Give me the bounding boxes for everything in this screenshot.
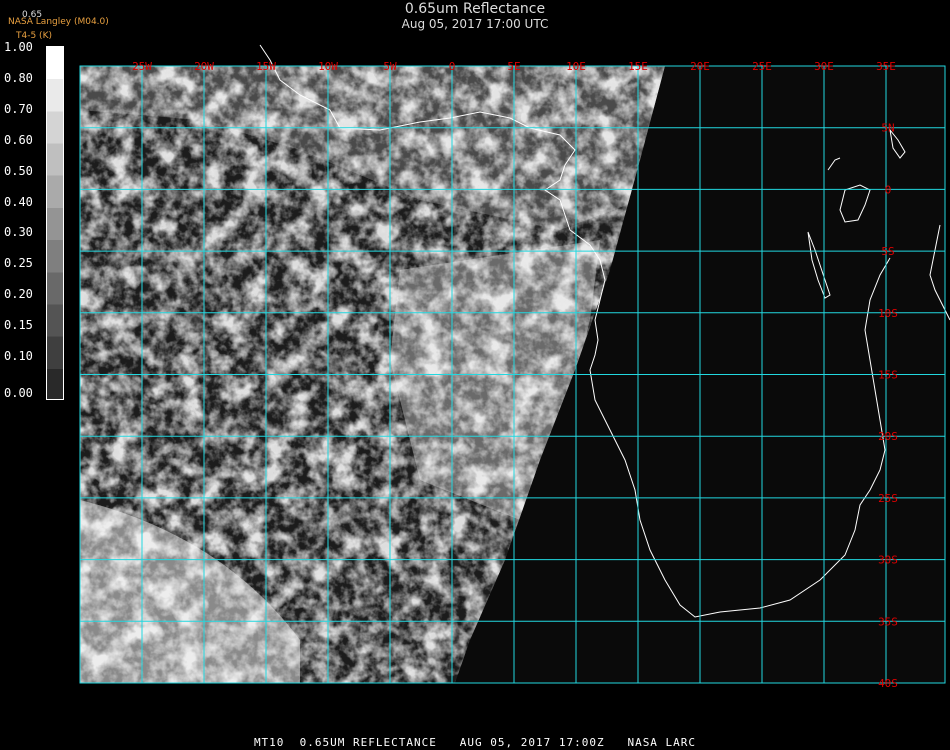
satellite-map: 25W 20W 15W 10W 5W 0 5E 10E 15E 20E 25E 30E 35E 5N 0 5…: [79, 44, 950, 690]
map-subtitle: Aug 05, 2017 17:00 UTC: [401, 17, 549, 31]
latitude-label: 5S: [881, 245, 894, 258]
longitude-label: 20E: [690, 60, 710, 73]
latitude-label: 30S: [878, 554, 898, 567]
colorbar-label: 0.00: [4, 386, 33, 400]
colorbar-label: 0.60: [4, 132, 33, 147]
latitude-label: 10S: [878, 307, 898, 320]
colorbar-label: 0.50: [4, 163, 33, 178]
latitude-label: 35S: [878, 615, 898, 628]
longitude-label: 25W: [132, 60, 152, 73]
latitude-label: 20S: [878, 430, 898, 443]
latitude-label: 25S: [878, 492, 898, 505]
longitude-label: 30E: [814, 60, 834, 73]
longitude-label: 5E: [507, 60, 520, 73]
map-title: 0.65um Reflectance: [404, 1, 546, 17]
latitude-label: 5N: [881, 122, 894, 135]
longitude-label: 25E: [752, 60, 772, 73]
longitude-label: 15W: [256, 60, 276, 73]
longitude-label: 35E: [876, 60, 896, 73]
longitude-label: 0: [449, 60, 456, 73]
colorbar-label: 0.20: [4, 287, 33, 302]
colorbar-label: 0.70: [4, 101, 33, 116]
footer-caption: MT10 0.65UM REFLECTANCE AUG 05, 2017 17:…: [253, 736, 697, 749]
latitude-label: 15S: [878, 369, 898, 382]
colorbar-label: 0.25: [4, 256, 33, 271]
colorbar-label: 0.10: [4, 349, 33, 364]
credit-label: NASA Langley (M04.0): [8, 17, 109, 27]
colorbar-label: 0.40: [4, 194, 33, 209]
colorbar-label: 0.30: [4, 225, 33, 240]
longitude-label: 5W: [383, 60, 397, 73]
longitude-label: 10E: [566, 60, 586, 73]
colorbar: [46, 46, 64, 400]
colorbar-label: 0.80: [4, 70, 33, 85]
latitude-label: 0: [885, 183, 892, 196]
latitude-label: 40S: [878, 677, 898, 690]
longitude-label: 20W: [194, 60, 214, 73]
longitude-label: 10W: [318, 60, 338, 73]
colorbar-label: 0.15: [4, 318, 33, 333]
colorbar-label: 1.00: [4, 40, 33, 54]
longitude-label: 15E: [628, 60, 648, 73]
